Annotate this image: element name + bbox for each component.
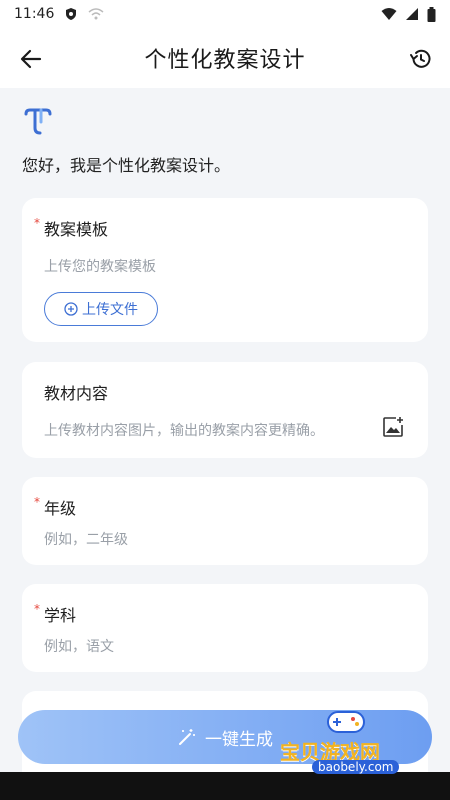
page-title: 个性化教案设计 [144,48,306,73]
plus-circle-icon [64,302,78,316]
upload-file-label: 上传文件 [82,302,138,318]
wifi-off-icon [88,8,104,20]
arrow-left-icon [20,49,42,69]
history-button[interactable] [404,42,438,76]
card-label: 教案模板 [44,220,109,239]
generate-button[interactable]: 一键生成 [18,710,432,764]
upload-file-button[interactable]: 上传文件 [44,292,158,326]
required-marker: * [34,602,40,616]
card-lesson-template: * 教案模板 上传您的教案模板 上传文件 [22,198,428,342]
content-area[interactable]: 您好，我是个性化教案设计。 * 教案模板 上传您的教案模板 上传文件 教材内容 … [0,88,450,800]
card-label: 年级 [44,499,77,518]
generate-button-label: 一键生成 [205,729,273,750]
grade-input[interactable]: 例如，二年级 [44,529,128,549]
card-textbook-content[interactable]: 教材内容 上传教材内容图片，输出的教案内容更精确。 [22,362,428,458]
shield-icon [66,8,77,20]
greeting-text: 您好，我是个性化教案设计。 [22,156,231,175]
card-label: 教材内容 [44,384,109,403]
magic-wand-icon [179,729,195,745]
card-label: 学科 [44,606,77,625]
wifi-icon [381,8,397,20]
subject-input[interactable]: 例如，语文 [44,636,114,656]
status-left: 11:46 [14,6,104,22]
card-subject[interactable]: * 学科 例如，语文 [22,584,428,672]
card-hint: 上传教材内容图片，输出的教案内容更精确。 [44,423,324,439]
status-bar: 11:46 [0,0,450,28]
back-button[interactable] [14,42,48,76]
add-image-icon[interactable] [382,416,404,438]
app-logo-icon [24,108,52,135]
status-time: 11:46 [14,6,55,22]
battery-icon [427,6,436,22]
system-nav-bar [0,772,450,800]
card-hint: 上传您的教案模板 [44,259,156,275]
card-grade[interactable]: * 年级 例如，二年级 [22,477,428,565]
required-marker: * [34,216,40,230]
status-right [381,6,436,22]
history-icon [410,49,431,68]
app-bar: 个性化教案设计 [0,28,450,88]
required-marker: * [34,495,40,509]
signal-icon [406,8,418,20]
